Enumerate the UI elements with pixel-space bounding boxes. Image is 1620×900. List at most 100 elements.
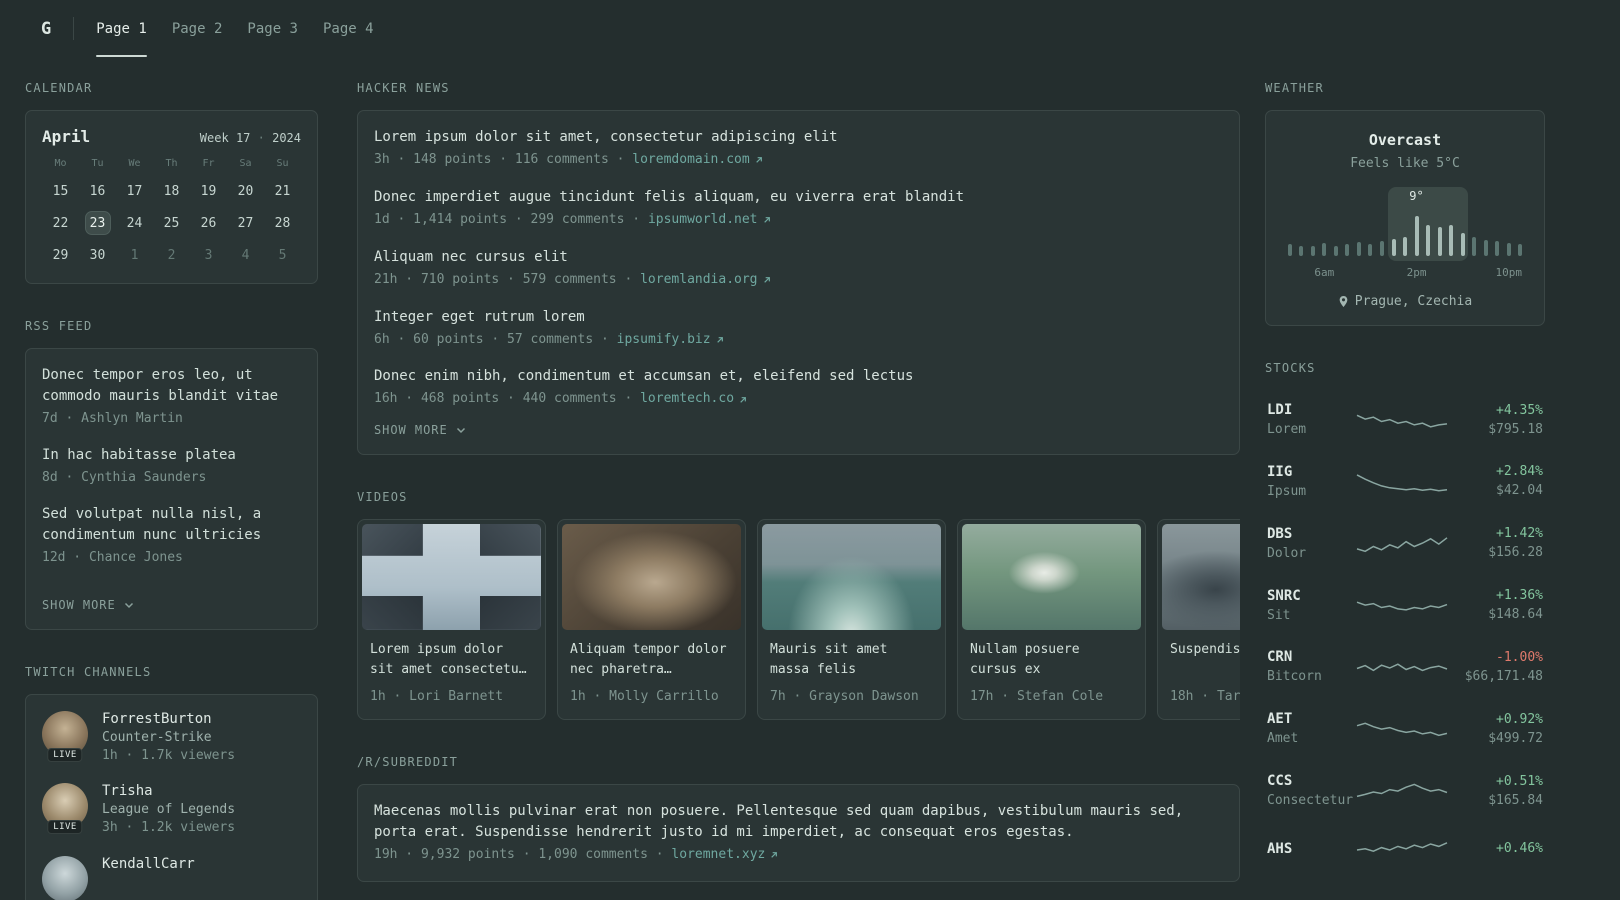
stock-sparkline-chart: [1356, 842, 1448, 852]
stock-sparkline-chart: [1356, 601, 1448, 612]
rss-item-title[interactable]: Sed volutpat nulla nisl, a condimentum n…: [42, 504, 301, 546]
channel-name[interactable]: Trisha: [102, 783, 235, 799]
video-card[interactable]: Aliquam tempor dolor nec pharetra… 1h · M…: [557, 519, 746, 721]
stock-ticker[interactable]: SNRC: [1267, 588, 1355, 604]
video-thumbnail: [562, 524, 741, 631]
stock-row[interactable]: DBS Dolor +1.42% $156.28: [1265, 514, 1545, 576]
weather-time-label: 2pm: [1406, 266, 1427, 279]
post-domain-link[interactable]: loremlandia.org: [640, 271, 771, 290]
post-domain-label: loremnet.xyz: [671, 847, 766, 863]
section-title-stocks: STOCKS: [1265, 361, 1316, 375]
video-title[interactable]: Aliquam tempor dolor nec pharetra…: [570, 640, 733, 681]
stock-ticker[interactable]: CRN: [1267, 649, 1355, 665]
video-title[interactable]: Suspendisse diam: [1170, 640, 1240, 681]
weather-hour-bar: [1365, 187, 1377, 261]
post-title[interactable]: Aliquam nec cursus elit: [374, 247, 1223, 268]
post-title[interactable]: Lorem ipsum dolor sit amet, consectetur …: [374, 127, 1223, 148]
twitch-section: TWITCH CHANNELS LIVE ForrestBurton Counter…: [25, 665, 318, 900]
twitch-channel-list: LIVE ForrestBurton Counter-Strike 1h · 1.7k…: [42, 710, 301, 900]
post-domain-link[interactable]: ipsumworld.net: [648, 211, 772, 230]
tab-page-4[interactable]: Page 4: [323, 0, 374, 57]
rss-section: RSS FEED Donec tempor eros leo, ut commo…: [25, 319, 318, 630]
app-logo[interactable]: G: [41, 0, 51, 57]
section-title-subreddit: /R/SUBREDDIT: [357, 755, 459, 770]
weather-hour-bar: [1434, 187, 1446, 261]
video-card[interactable]: Mauris sit amet massa felis 7h · Grayson …: [757, 519, 946, 721]
video-card[interactable]: Lorem ipsum dolor sit amet consectetu… 1h…: [357, 519, 546, 721]
post-title[interactable]: Donec enim nibh, condimentum et accumsan…: [374, 366, 1223, 387]
post-domain-link[interactable]: loremdomain.com: [632, 151, 763, 170]
stock-price: $499.72: [1488, 730, 1543, 746]
calendar-date-label: 2: [167, 247, 176, 263]
channel-name[interactable]: KendallCarr: [102, 856, 195, 872]
video-title[interactable]: Mauris sit amet massa felis: [770, 640, 933, 681]
stock-row[interactable]: LDI Lorem +4.35% $795.18: [1265, 390, 1545, 452]
external-link-icon: [716, 337, 723, 343]
video-card[interactable]: Nullam posuere cursus ex 17h · Stefan Col…: [957, 519, 1146, 721]
calendar-date-label: 17: [126, 183, 143, 199]
rss-item: Donec tempor eros leo, ut commodo mauris…: [42, 365, 301, 429]
stock-id: CRN Bitcorn: [1267, 649, 1355, 687]
twitch-channel-row[interactable]: LIVE ForrestBurton Counter-Strike 1h · 1.7k…: [42, 710, 301, 766]
weather-condition: Overcast: [1368, 131, 1442, 149]
tab-page-3[interactable]: Page 3: [247, 0, 298, 57]
stock-ticker[interactable]: IIG: [1267, 464, 1355, 480]
post-domain-link[interactable]: ipsumify.biz: [617, 331, 725, 350]
calendar-week-label: Week: [199, 131, 229, 145]
stock-row[interactable]: AHS +0.46%: [1265, 823, 1545, 875]
stock-price: $795.18: [1488, 421, 1543, 437]
calendar-date-cell: 5: [264, 243, 301, 267]
calendar-day-header: Sa: [239, 158, 252, 169]
stock-change: +2.84%: [1496, 464, 1543, 480]
post-title[interactable]: Donec imperdiet augue tincidunt felis al…: [374, 187, 1223, 208]
stocks-section: STOCKS LDI Lorem +4.35% $795.18 IIG Ipsum +2.8…: [1265, 361, 1545, 875]
stock-sparkline: [1355, 531, 1449, 559]
twitch-channel-row[interactable]: LIVE Trisha League of Legends 3h · 1.2k vie…: [42, 783, 301, 838]
stock-row[interactable]: SNRC Sit +1.36% $148.64: [1265, 576, 1545, 638]
video-card[interactable]: Suspendisse diam 18h · Tara: [1157, 519, 1240, 721]
calendar-date-label: 21: [274, 183, 291, 199]
twitch-channel-row[interactable]: KendallCarr: [42, 856, 301, 900]
stock-sparkline-chart: [1356, 414, 1448, 428]
weather-bars: [1284, 187, 1526, 261]
rss-item-title[interactable]: In hac habitasse platea: [42, 445, 301, 466]
stock-sparkline-chart: [1356, 474, 1448, 492]
calendar-date-cell: 17: [116, 179, 153, 203]
rss-item-title[interactable]: Donec tempor eros leo, ut commodo mauris…: [42, 365, 301, 407]
subreddit-post-list: Maecenas mollis pulvinar erat non posuer…: [374, 801, 1223, 865]
video-title[interactable]: Lorem ipsum dolor sit amet consectetu…: [370, 640, 533, 681]
weather-widget: Overcast Feels like 5°C 9° 6am 2pm 10pm Pr…: [1265, 110, 1545, 326]
stock-row[interactable]: CCS Consectetur +0.51% $165.84: [1265, 761, 1545, 823]
calendar-date-cell: 18: [153, 179, 190, 203]
live-badge: LIVE: [47, 747, 83, 762]
calendar-grid: Mo Tu We Th Fr Sa Su 15 16 17 18 19 20 21 22 23 24 25 26 27…: [42, 158, 301, 267]
tab-page-1[interactable]: Page 1: [96, 0, 147, 57]
video-title[interactable]: Nullam posuere cursus ex: [970, 640, 1133, 681]
stock-row[interactable]: AET Amet +0.92% $499.72: [1265, 699, 1545, 761]
stock-ticker[interactable]: DBS: [1267, 526, 1355, 542]
tab-page-2[interactable]: Page 2: [172, 0, 223, 57]
twitch-widget: LIVE ForrestBurton Counter-Strike 1h · 1.7k…: [25, 693, 318, 900]
stock-change: +4.35%: [1496, 402, 1543, 418]
weather-location: Prague, Czechia: [1284, 294, 1526, 309]
post-meta: 21h · 710 points · 579 comments · loreml…: [374, 271, 1223, 290]
header-divider: [73, 17, 75, 40]
post-title[interactable]: Integer eget rutrum lorem: [374, 307, 1223, 328]
stock-ticker[interactable]: CCS: [1267, 773, 1355, 789]
stock-ticker[interactable]: AET: [1267, 711, 1355, 727]
rss-item-meta: 7d · Ashlyn Martin: [42, 411, 183, 426]
hacker-news-show-more-button[interactable]: SHOW MORE: [374, 423, 467, 437]
post-domain-link[interactable]: loremnet.xyz: [671, 846, 779, 865]
video-meta: 7h · Grayson Dawson: [770, 689, 919, 705]
channel-name[interactable]: ForrestBurton: [102, 711, 235, 727]
stock-ticker[interactable]: LDI: [1267, 402, 1355, 418]
post-domain-link[interactable]: loremtech.co: [640, 390, 748, 409]
stock-row[interactable]: IIG Ipsum +2.84% $42.04: [1265, 452, 1545, 514]
video-meta: 17h · Stefan Cole: [970, 689, 1104, 705]
stock-row[interactable]: CRN Bitcorn -1.00% $66,171.48: [1265, 637, 1545, 699]
rss-show-more-button[interactable]: SHOW MORE: [42, 598, 135, 612]
stock-name: Dolor: [1267, 545, 1307, 561]
post-title[interactable]: Maecenas mollis pulvinar erat non posuer…: [374, 801, 1223, 843]
stock-ticker[interactable]: AHS: [1267, 841, 1355, 857]
calendar-date-cell: 26: [190, 211, 227, 235]
